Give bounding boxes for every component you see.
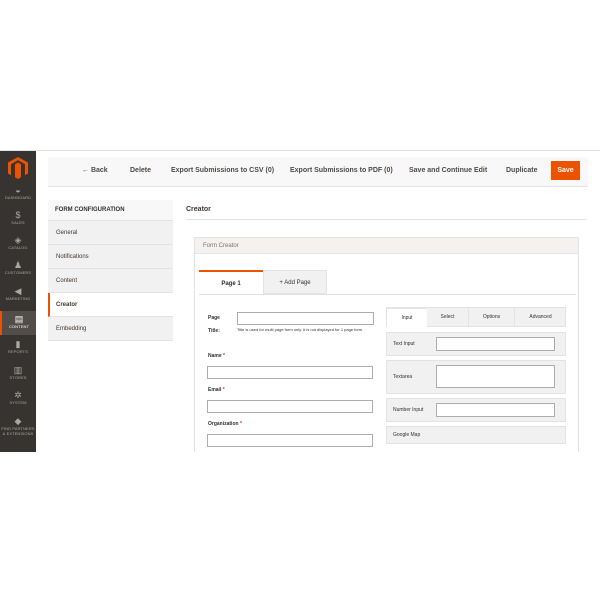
config-item-creator[interactable]: Creator (48, 293, 173, 317)
menu-item-dashboard[interactable]: ◒ Dashboard (0, 185, 36, 205)
config-item-notifications[interactable]: Notifications (48, 245, 173, 269)
form-config-nav: FORM CONFIGURATION General Notifications… (48, 200, 173, 341)
export-csv-button[interactable]: Export Submissions to CSV (0) (171, 167, 274, 174)
name-label: Name * (208, 353, 225, 359)
tab-page-1[interactable]: Page 1 (199, 270, 263, 294)
menu-item-stores[interactable]: ▥ Stores (0, 365, 36, 385)
menu-item-sales[interactable]: $ Sales (0, 210, 36, 230)
organization-label: Organization * (208, 421, 242, 427)
customers-icon: ♟ (13, 260, 23, 270)
admin-app: ◒ Dashboard $ Sales ◈ Catalog ♟ Customer… (0, 150, 600, 452)
email-field[interactable] (207, 400, 373, 413)
name-field[interactable] (207, 366, 373, 379)
delete-button[interactable]: Delete (130, 167, 151, 174)
textarea-preview (436, 365, 555, 388)
page-title-input[interactable] (237, 312, 374, 325)
organization-field[interactable] (207, 434, 373, 447)
magento-logo-icon[interactable] (8, 157, 28, 179)
config-item-embedding[interactable]: Embedding (48, 317, 173, 341)
email-label: Email * (208, 387, 225, 393)
marketing-icon: ◀ (14, 286, 22, 296)
save-button[interactable]: Save (551, 161, 580, 180)
text-input-preview (436, 337, 555, 351)
form-config-title: FORM CONFIGURATION (48, 200, 173, 221)
element-google-map[interactable]: Google Map (386, 426, 566, 444)
page-title-note: Title is used for multi page form only. … (237, 327, 364, 332)
section-divider (186, 219, 587, 220)
menu-item-content[interactable]: ▤ Content (0, 311, 36, 335)
tabs-divider (199, 294, 576, 295)
tab-input[interactable]: Input (387, 308, 427, 327)
sales-icon: $ (15, 210, 21, 220)
form-creator-header[interactable]: Form Creator (195, 238, 578, 254)
number-input-preview (436, 403, 555, 417)
tab-advanced[interactable]: Advanced (515, 308, 566, 327)
menu-item-marketing[interactable]: ◀ Marketing (0, 286, 36, 306)
menu-item-catalog[interactable]: ◈ Catalog (0, 235, 36, 255)
config-item-general[interactable]: General (48, 221, 173, 245)
tab-select[interactable]: Select (427, 308, 468, 327)
save-and-continue-button[interactable]: Save and Continue Edit (409, 167, 487, 174)
element-textarea[interactable]: Textarea (386, 360, 566, 394)
menu-item-customers[interactable]: ♟ Customers (0, 260, 36, 280)
page-actions: ← Back Delete Export Submissions to CSV … (48, 157, 588, 187)
content-icon: ▤ (14, 314, 24, 324)
dashboard-icon: ◒ (15, 185, 21, 195)
export-pdf-button[interactable]: Export Submissions to PDF (0) (290, 167, 393, 174)
back-button[interactable]: ← Back (82, 167, 108, 174)
tab-options[interactable]: Options (469, 308, 514, 327)
admin-menu: ◒ Dashboard $ Sales ◈ Catalog ♟ Customer… (0, 151, 36, 452)
section-title: Creator (186, 206, 211, 213)
partners-icon: ◆ (14, 416, 22, 426)
menu-item-reports[interactable]: ▮ Reports (0, 339, 36, 359)
stores-icon: ▥ (13, 365, 23, 375)
page-title-label-1: Page (208, 315, 220, 321)
catalog-icon: ◈ (14, 235, 22, 245)
element-number-input[interactable]: Number Input (386, 398, 566, 422)
duplicate-button[interactable]: Duplicate (506, 167, 538, 174)
menu-item-partners[interactable]: ◆ Find Partners & Extensions (0, 416, 36, 442)
element-text-input[interactable]: Text Input (386, 332, 566, 356)
system-icon: ✲ (14, 390, 22, 400)
menu-item-system[interactable]: ✲ System (0, 390, 36, 410)
reports-icon: ▮ (15, 339, 21, 349)
element-tabs: Input Select Options Advanced (386, 307, 566, 327)
form-creator-panel: Form Creator Page 1 + Add Page Page Titl… (194, 237, 579, 452)
page-title-label-2: Title: (208, 328, 220, 334)
add-page-button[interactable]: + Add Page (263, 270, 327, 294)
config-item-content[interactable]: Content (48, 269, 173, 293)
